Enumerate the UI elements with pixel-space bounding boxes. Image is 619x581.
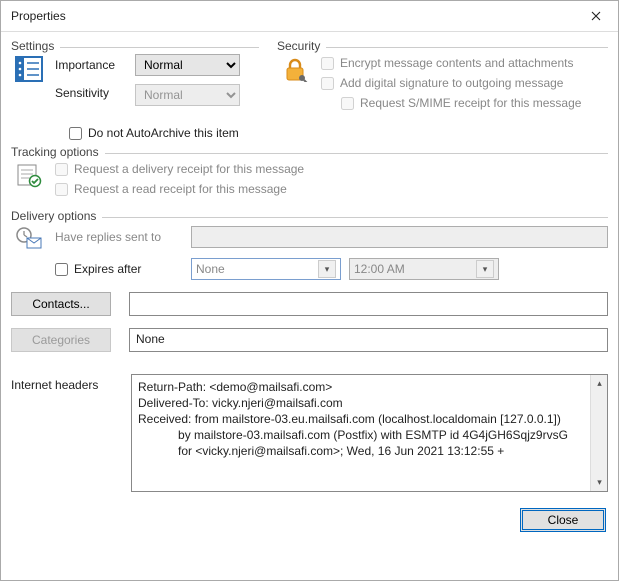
read-receipt-row: Request a read receipt for this message	[55, 182, 304, 196]
settings-group: Settings Importance	[11, 40, 259, 118]
tracking-legend: Tracking options	[11, 145, 105, 159]
close-window-button[interactable]	[573, 1, 618, 31]
close-icon	[591, 11, 601, 21]
scroll-up-icon[interactable]: ▴	[591, 375, 608, 392]
importance-select[interactable]: Normal	[135, 54, 240, 76]
encrypt-checkbox-row: Encrypt message contents and attachments	[321, 56, 581, 70]
close-button[interactable]: Close	[520, 508, 606, 532]
encrypt-checkbox	[321, 57, 334, 70]
delivery-group: Delivery options Have replies sent to	[11, 210, 608, 360]
sign-label: Add digital signature to outgoing messag…	[340, 76, 563, 90]
no-autoarchive-row[interactable]: Do not AutoArchive this item	[69, 126, 608, 140]
smime-checkbox-row: Request S/MIME receipt for this message	[341, 96, 581, 110]
lock-icon	[282, 56, 308, 82]
properties-icon	[15, 56, 43, 82]
internet-headers-text: Return-Path: <demo@mailsafi.com> Deliver…	[138, 379, 589, 459]
security-group: Security Encrypt message contents and at…	[277, 40, 608, 118]
sign-checkbox	[321, 77, 334, 90]
contacts-button[interactable]: Contacts...	[11, 292, 111, 316]
contacts-field[interactable]	[129, 292, 608, 316]
clock-mail-icon	[15, 226, 43, 250]
categories-button: Categories	[11, 328, 111, 352]
scroll-down-icon[interactable]: ▾	[591, 474, 608, 491]
delivery-legend: Delivery options	[11, 209, 102, 223]
window-controls	[573, 1, 618, 31]
delivery-receipt-label: Request a delivery receipt for this mess…	[74, 162, 304, 176]
smime-checkbox	[341, 97, 354, 110]
encrypt-label: Encrypt message contents and attachments	[340, 56, 573, 70]
expires-date-combo[interactable]: None ▾	[191, 258, 341, 280]
expires-label: Expires after	[74, 262, 141, 276]
categories-field[interactable]: None	[129, 328, 608, 352]
tracking-group: Tracking options Request a delivery rece…	[11, 146, 608, 204]
replies-field	[191, 226, 608, 248]
receipt-icon	[15, 162, 43, 188]
internet-headers-row: Internet headers Return-Path: <demo@mail…	[11, 374, 608, 492]
delivery-receipt-checkbox	[55, 163, 68, 176]
expires-date-value: None	[196, 262, 225, 276]
no-autoarchive-checkbox[interactable]	[69, 127, 82, 140]
read-receipt-checkbox	[55, 183, 68, 196]
expires-time-value: 12:00 AM	[354, 262, 405, 276]
expires-time-combo[interactable]: 12:00 AM ▾	[349, 258, 499, 280]
importance-label: Importance	[55, 58, 127, 72]
security-legend: Security	[277, 39, 326, 53]
scrollbar[interactable]: ▴ ▾	[590, 375, 607, 491]
delivery-receipt-row: Request a delivery receipt for this mess…	[55, 162, 304, 176]
chevron-down-icon: ▾	[476, 260, 494, 278]
titlebar: Properties	[1, 1, 618, 32]
expires-checkbox[interactable]	[55, 263, 68, 276]
expires-row[interactable]: Expires after	[55, 262, 183, 276]
internet-headers-label: Internet headers	[11, 374, 121, 492]
sensitivity-label: Sensitivity	[55, 86, 127, 100]
no-autoarchive-label: Do not AutoArchive this item	[88, 126, 239, 140]
smime-label: Request S/MIME receipt for this message	[360, 96, 581, 110]
read-receipt-label: Request a read receipt for this message	[74, 182, 287, 196]
window-title: Properties	[11, 9, 66, 23]
replies-label: Have replies sent to	[55, 230, 183, 244]
chevron-down-icon: ▾	[318, 260, 336, 278]
sign-checkbox-row: Add digital signature to outgoing messag…	[321, 76, 581, 90]
internet-headers-box[interactable]: Return-Path: <demo@mailsafi.com> Deliver…	[131, 374, 608, 492]
sensitivity-select: Normal	[135, 84, 240, 106]
settings-legend: Settings	[11, 39, 60, 53]
